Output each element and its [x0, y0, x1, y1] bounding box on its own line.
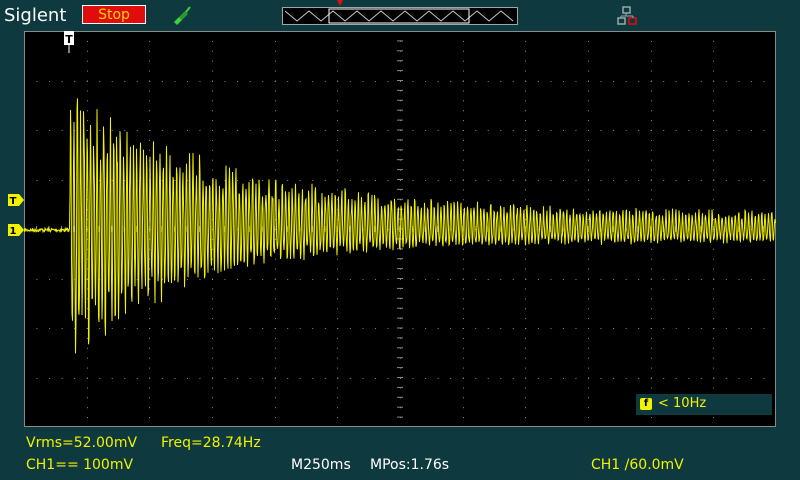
svg-text:1: 1 — [10, 226, 17, 236]
trigger-level-marker: T — [8, 194, 24, 206]
filter-text: < 10Hz — [658, 396, 707, 411]
trigger-position-marker: T — [64, 31, 74, 53]
brand-label: Siglent — [4, 5, 67, 26]
run-stop-button[interactable]: Stop — [82, 5, 146, 24]
network-icon — [617, 6, 637, 25]
filter-info-box: f < 10Hz — [636, 394, 772, 415]
memory-depth-bar — [282, 7, 518, 25]
probe-icon — [174, 6, 191, 25]
waveform-display[interactable]: T f < 10Hz — [24, 31, 776, 427]
ch1-waveform — [24, 98, 776, 354]
vrms-measurement: Vrms=52.00mV — [26, 435, 138, 451]
svg-text:T: T — [10, 196, 17, 206]
ch1-scale[interactable]: CH1== 100mV — [26, 457, 133, 473]
trigger-setting[interactable]: CH1 /60.0mV — [591, 457, 684, 473]
freq-measurement: Freq=28.74Hz — [161, 435, 261, 451]
svg-text:T: T — [65, 33, 73, 46]
filter-icon: f — [640, 398, 652, 410]
memory-position[interactable]: MPos:1.76s — [370, 457, 449, 473]
top-bar: Siglent Stop — [0, 0, 800, 30]
trigger-position-icon — [337, 0, 343, 6]
timebase[interactable]: M250ms — [291, 457, 351, 473]
channel1-ground-marker: 1 — [8, 224, 24, 236]
waveform-svg: T — [24, 31, 776, 427]
